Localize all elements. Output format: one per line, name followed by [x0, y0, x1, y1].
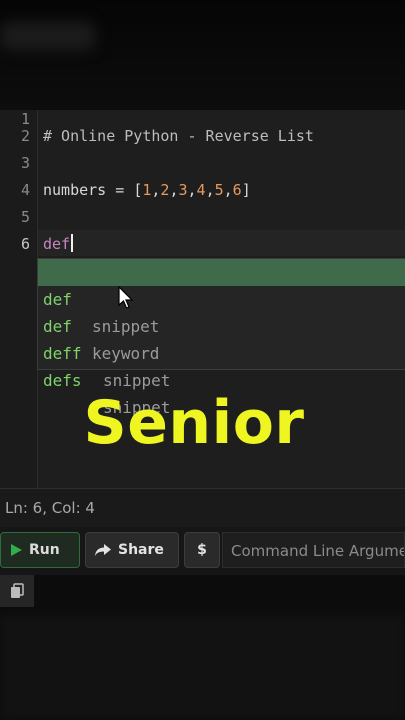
number-literal: 3 [178, 181, 188, 199]
number-literal: 5 [214, 181, 224, 199]
line-number-active: 6 [20, 235, 30, 253]
status-bar: Ln: 6, Col: 4 [0, 488, 405, 527]
cursor-position: Ln: 6, Col: 4 [5, 499, 95, 517]
text-cursor [71, 234, 74, 252]
line-number: 4 [20, 181, 30, 199]
suggestion-item[interactable]: def snippet [38, 259, 405, 336]
bracket-open: [ [133, 181, 143, 199]
active-line-highlight [38, 230, 405, 256]
line-number: 1 [20, 110, 30, 128]
comma: , [205, 181, 215, 199]
share-button[interactable]: Share [85, 532, 179, 568]
share-icon [95, 544, 111, 556]
blurred-logo [0, 22, 95, 50]
play-icon [11, 544, 22, 556]
suggestion-item[interactable]: defs snippet [38, 340, 405, 417]
code-line-comment: # Online Python - Reverse List [43, 127, 314, 145]
mouse-pointer-icon [118, 286, 134, 309]
run-label: Run [29, 542, 60, 558]
autocomplete-popup: def snippet def keyword deff snippet def… [37, 258, 405, 417]
run-button[interactable]: Run [0, 532, 80, 568]
number-literal: 6 [232, 181, 242, 199]
code-line-numbers: numbers = [1,2,3,4,5,6] [43, 181, 251, 199]
share-label: Share [118, 542, 164, 558]
output-panel [0, 575, 405, 720]
code-line-current: def [43, 234, 74, 253]
line-number: 3 [20, 154, 30, 172]
variable-name: numbers [43, 181, 107, 199]
overlay-caption: Senior [83, 388, 305, 458]
suggestion-item[interactable]: def keyword [38, 286, 405, 363]
number-literal: 4 [196, 181, 206, 199]
stdin-button[interactable]: $ [184, 532, 220, 568]
copy-button[interactable] [0, 575, 34, 607]
run-toolbar: Run Share $ Command Line Arguments [0, 527, 405, 575]
comma: , [223, 181, 233, 199]
bracket-close: ] [241, 181, 251, 199]
comma: , [187, 181, 197, 199]
suggestion-item[interactable]: deff snippet [38, 313, 405, 390]
command-line-args-input[interactable]: Command Line Arguments [222, 532, 405, 568]
keyword-def: def [43, 235, 71, 253]
blurred-header [0, 0, 405, 110]
copy-icon [11, 583, 24, 598]
blurred-footer [0, 615, 405, 720]
line-number: 5 [20, 208, 30, 226]
line-number: 2 [20, 127, 30, 145]
assign-operator: = [106, 181, 134, 199]
